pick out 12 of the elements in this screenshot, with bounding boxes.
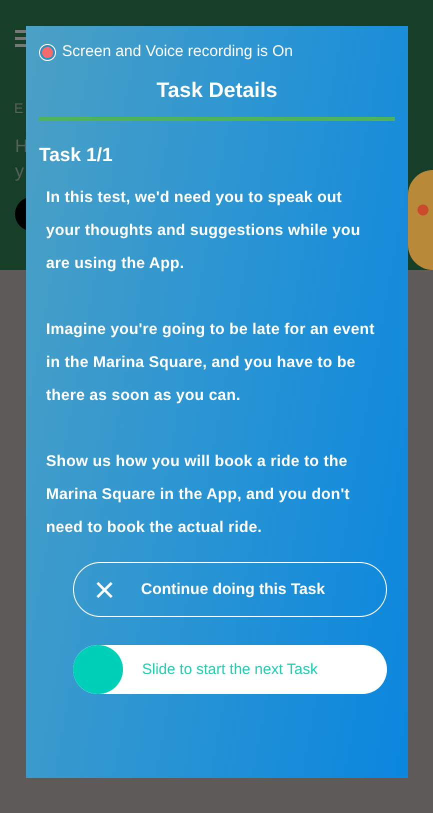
dialog-title: Task Details: [155, 79, 278, 103]
header-text: y: [15, 161, 24, 182]
next-task-slider[interactable]: Slide to start the next Task: [73, 645, 387, 694]
header-text: E: [14, 100, 24, 116]
task-instruction: Imagine you're going to be late for an event in the Marina Square, and you have to be there as soon as you can.: [46, 320, 376, 406]
task-instruction: In this test, we'd need you to speak out your thoughts and suggestions while you are using the App.: [46, 188, 362, 274]
task-instruction: Show us how you will book a ride to the Marina Square in the App, and you don't need to book the actual ride.: [46, 452, 351, 538]
recording-status: Screen and Voice recording is On: [62, 43, 293, 61]
task-counter: Task 1/1: [39, 145, 114, 167]
continue-task-button[interactable]: × Continue doing this Task: [73, 562, 387, 617]
slider-thumb[interactable]: [73, 645, 123, 694]
slider-label: Slide to start the next Task: [142, 661, 318, 678]
